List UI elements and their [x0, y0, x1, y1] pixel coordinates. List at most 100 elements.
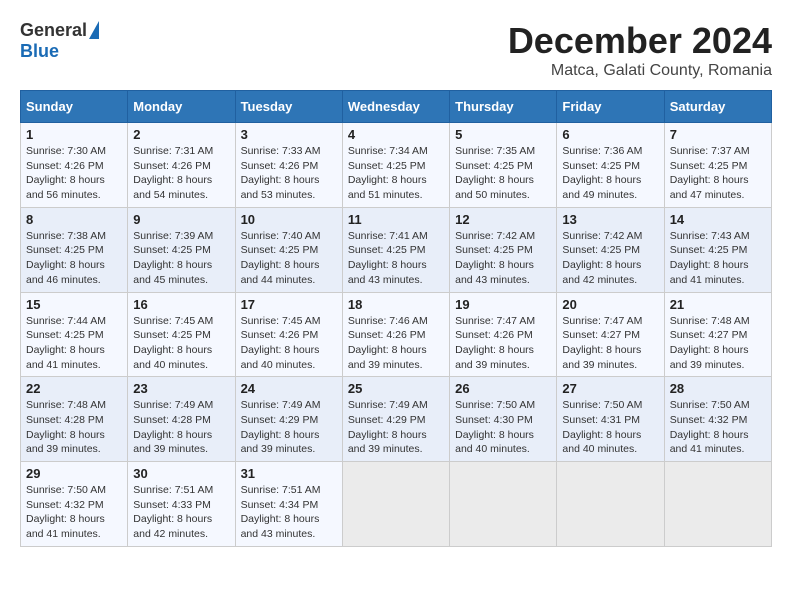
- calendar-cell: 28 Sunrise: 7:50 AM Sunset: 4:32 PM Dayl…: [664, 377, 771, 462]
- day-number: 28: [670, 381, 766, 396]
- day-number: 14: [670, 212, 766, 227]
- calendar-cell: 29 Sunrise: 7:50 AM Sunset: 4:32 PM Dayl…: [21, 462, 128, 547]
- day-number: 18: [348, 297, 444, 312]
- day-number: 24: [241, 381, 337, 396]
- calendar-cell: 31 Sunrise: 7:51 AM Sunset: 4:34 PM Dayl…: [235, 462, 342, 547]
- day-info: Sunrise: 7:50 AM Sunset: 4:30 PM Dayligh…: [455, 398, 551, 457]
- day-of-week-header: Tuesday: [235, 91, 342, 123]
- day-number: 17: [241, 297, 337, 312]
- day-number: 15: [26, 297, 122, 312]
- page-header: General Blue December 2024 Matca, Galati…: [20, 20, 772, 80]
- day-number: 22: [26, 381, 122, 396]
- calendar-cell: 15 Sunrise: 7:44 AM Sunset: 4:25 PM Dayl…: [21, 292, 128, 377]
- day-info: Sunrise: 7:30 AM Sunset: 4:26 PM Dayligh…: [26, 144, 122, 203]
- day-info: Sunrise: 7:31 AM Sunset: 4:26 PM Dayligh…: [133, 144, 229, 203]
- day-info: Sunrise: 7:42 AM Sunset: 4:25 PM Dayligh…: [562, 229, 658, 288]
- subtitle: Matca, Galati County, Romania: [508, 62, 772, 80]
- day-number: 16: [133, 297, 229, 312]
- day-info: Sunrise: 7:44 AM Sunset: 4:25 PM Dayligh…: [26, 314, 122, 373]
- day-of-week-header: Thursday: [450, 91, 557, 123]
- calendar-cell: [664, 462, 771, 547]
- calendar-cell: [557, 462, 664, 547]
- day-info: Sunrise: 7:50 AM Sunset: 4:32 PM Dayligh…: [26, 483, 122, 542]
- day-info: Sunrise: 7:38 AM Sunset: 4:25 PM Dayligh…: [26, 229, 122, 288]
- calendar-table: SundayMondayTuesdayWednesdayThursdayFrid…: [20, 90, 772, 547]
- day-number: 12: [455, 212, 551, 227]
- calendar-cell: [342, 462, 449, 547]
- calendar-cell: 20 Sunrise: 7:47 AM Sunset: 4:27 PM Dayl…: [557, 292, 664, 377]
- logo: General Blue: [20, 20, 99, 62]
- day-info: Sunrise: 7:36 AM Sunset: 4:25 PM Dayligh…: [562, 144, 658, 203]
- calendar-cell: 1 Sunrise: 7:30 AM Sunset: 4:26 PM Dayli…: [21, 123, 128, 208]
- day-info: Sunrise: 7:41 AM Sunset: 4:25 PM Dayligh…: [348, 229, 444, 288]
- day-info: Sunrise: 7:42 AM Sunset: 4:25 PM Dayligh…: [455, 229, 551, 288]
- main-title: December 2024: [508, 20, 772, 62]
- day-number: 20: [562, 297, 658, 312]
- day-info: Sunrise: 7:43 AM Sunset: 4:25 PM Dayligh…: [670, 229, 766, 288]
- day-number: 9: [133, 212, 229, 227]
- day-number: 19: [455, 297, 551, 312]
- calendar-cell: 8 Sunrise: 7:38 AM Sunset: 4:25 PM Dayli…: [21, 207, 128, 292]
- logo-triangle-icon: [89, 21, 99, 39]
- day-info: Sunrise: 7:46 AM Sunset: 4:26 PM Dayligh…: [348, 314, 444, 373]
- calendar-cell: 3 Sunrise: 7:33 AM Sunset: 4:26 PM Dayli…: [235, 123, 342, 208]
- day-info: Sunrise: 7:45 AM Sunset: 4:25 PM Dayligh…: [133, 314, 229, 373]
- day-info: Sunrise: 7:40 AM Sunset: 4:25 PM Dayligh…: [241, 229, 337, 288]
- calendar-cell: 26 Sunrise: 7:50 AM Sunset: 4:30 PM Dayl…: [450, 377, 557, 462]
- day-info: Sunrise: 7:48 AM Sunset: 4:28 PM Dayligh…: [26, 398, 122, 457]
- calendar-week-row: 8 Sunrise: 7:38 AM Sunset: 4:25 PM Dayli…: [21, 207, 772, 292]
- calendar-cell: 17 Sunrise: 7:45 AM Sunset: 4:26 PM Dayl…: [235, 292, 342, 377]
- calendar-cell: [450, 462, 557, 547]
- calendar-cell: 25 Sunrise: 7:49 AM Sunset: 4:29 PM Dayl…: [342, 377, 449, 462]
- day-info: Sunrise: 7:34 AM Sunset: 4:25 PM Dayligh…: [348, 144, 444, 203]
- day-number: 27: [562, 381, 658, 396]
- day-number: 21: [670, 297, 766, 312]
- day-number: 25: [348, 381, 444, 396]
- day-info: Sunrise: 7:33 AM Sunset: 4:26 PM Dayligh…: [241, 144, 337, 203]
- day-number: 3: [241, 127, 337, 142]
- day-info: Sunrise: 7:48 AM Sunset: 4:27 PM Dayligh…: [670, 314, 766, 373]
- calendar-cell: 13 Sunrise: 7:42 AM Sunset: 4:25 PM Dayl…: [557, 207, 664, 292]
- calendar-cell: 11 Sunrise: 7:41 AM Sunset: 4:25 PM Dayl…: [342, 207, 449, 292]
- calendar-cell: 24 Sunrise: 7:49 AM Sunset: 4:29 PM Dayl…: [235, 377, 342, 462]
- day-number: 31: [241, 466, 337, 481]
- calendar-week-row: 1 Sunrise: 7:30 AM Sunset: 4:26 PM Dayli…: [21, 123, 772, 208]
- day-info: Sunrise: 7:50 AM Sunset: 4:32 PM Dayligh…: [670, 398, 766, 457]
- calendar-cell: 2 Sunrise: 7:31 AM Sunset: 4:26 PM Dayli…: [128, 123, 235, 208]
- day-info: Sunrise: 7:47 AM Sunset: 4:27 PM Dayligh…: [562, 314, 658, 373]
- calendar-cell: 21 Sunrise: 7:48 AM Sunset: 4:27 PM Dayl…: [664, 292, 771, 377]
- calendar-cell: 22 Sunrise: 7:48 AM Sunset: 4:28 PM Dayl…: [21, 377, 128, 462]
- day-number: 10: [241, 212, 337, 227]
- day-number: 26: [455, 381, 551, 396]
- logo-general-text: General: [20, 20, 87, 41]
- day-number: 11: [348, 212, 444, 227]
- day-number: 6: [562, 127, 658, 142]
- calendar-cell: 19 Sunrise: 7:47 AM Sunset: 4:26 PM Dayl…: [450, 292, 557, 377]
- day-number: 7: [670, 127, 766, 142]
- calendar-cell: 6 Sunrise: 7:36 AM Sunset: 4:25 PM Dayli…: [557, 123, 664, 208]
- day-info: Sunrise: 7:49 AM Sunset: 4:29 PM Dayligh…: [348, 398, 444, 457]
- day-number: 30: [133, 466, 229, 481]
- calendar-cell: 16 Sunrise: 7:45 AM Sunset: 4:25 PM Dayl…: [128, 292, 235, 377]
- day-of-week-header: Saturday: [664, 91, 771, 123]
- calendar-cell: 9 Sunrise: 7:39 AM Sunset: 4:25 PM Dayli…: [128, 207, 235, 292]
- day-info: Sunrise: 7:47 AM Sunset: 4:26 PM Dayligh…: [455, 314, 551, 373]
- day-number: 8: [26, 212, 122, 227]
- day-info: Sunrise: 7:35 AM Sunset: 4:25 PM Dayligh…: [455, 144, 551, 203]
- logo-blue-text: Blue: [20, 41, 59, 62]
- day-of-week-header: Wednesday: [342, 91, 449, 123]
- calendar-week-row: 29 Sunrise: 7:50 AM Sunset: 4:32 PM Dayl…: [21, 462, 772, 547]
- day-of-week-header: Sunday: [21, 91, 128, 123]
- day-info: Sunrise: 7:49 AM Sunset: 4:28 PM Dayligh…: [133, 398, 229, 457]
- calendar-week-row: 22 Sunrise: 7:48 AM Sunset: 4:28 PM Dayl…: [21, 377, 772, 462]
- calendar-cell: 4 Sunrise: 7:34 AM Sunset: 4:25 PM Dayli…: [342, 123, 449, 208]
- calendar-week-row: 15 Sunrise: 7:44 AM Sunset: 4:25 PM Dayl…: [21, 292, 772, 377]
- calendar-cell: 10 Sunrise: 7:40 AM Sunset: 4:25 PM Dayl…: [235, 207, 342, 292]
- day-number: 23: [133, 381, 229, 396]
- day-of-week-header: Friday: [557, 91, 664, 123]
- day-info: Sunrise: 7:50 AM Sunset: 4:31 PM Dayligh…: [562, 398, 658, 457]
- calendar-cell: 5 Sunrise: 7:35 AM Sunset: 4:25 PM Dayli…: [450, 123, 557, 208]
- day-number: 13: [562, 212, 658, 227]
- day-info: Sunrise: 7:49 AM Sunset: 4:29 PM Dayligh…: [241, 398, 337, 457]
- calendar-cell: 18 Sunrise: 7:46 AM Sunset: 4:26 PM Dayl…: [342, 292, 449, 377]
